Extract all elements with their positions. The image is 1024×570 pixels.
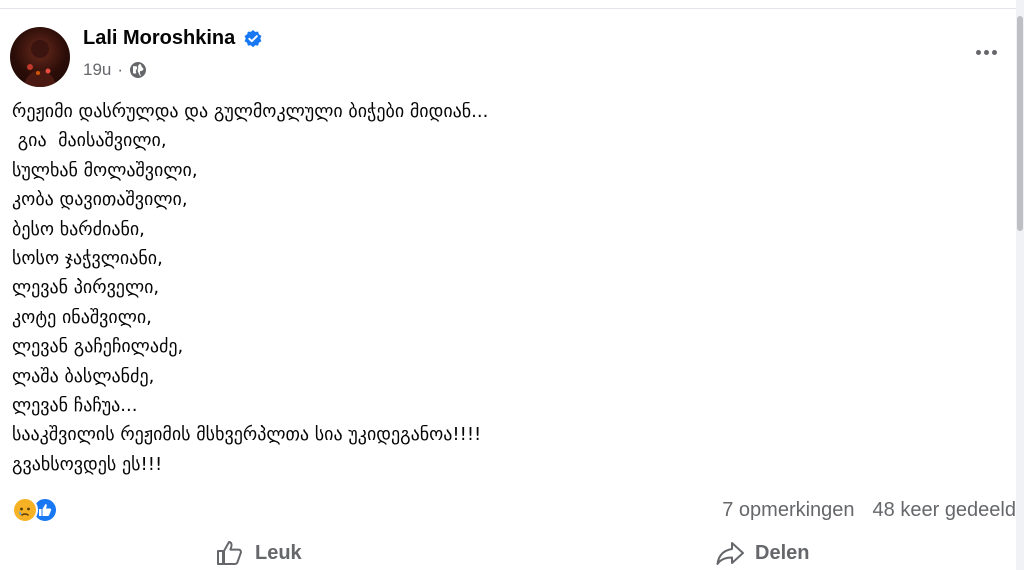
post-text: რეჟიმი დასრულდა და გულმოკლული ბიჭები მიდ… xyxy=(12,101,489,475)
author-header: Lali Moroshkina xyxy=(83,27,263,50)
share-arrow-icon xyxy=(716,542,744,565)
more-icon xyxy=(975,49,981,55)
globe-icon[interactable] xyxy=(129,61,147,79)
sad-reaction-icon xyxy=(12,497,38,523)
post-meta: 19u · xyxy=(83,60,147,80)
share-button[interactable]: Delen xyxy=(715,538,809,568)
post-card: Lali Moroshkina 19u · რეჟიმი დასრულდა და… xyxy=(0,9,1016,570)
scrollbar-thumb[interactable] xyxy=(1017,16,1023,231)
share-label: Delen xyxy=(755,541,810,564)
shares-count[interactable]: 48 keer gedeeld xyxy=(873,499,1016,522)
avatar-photo xyxy=(24,40,56,87)
post-time[interactable]: 19u xyxy=(83,60,111,80)
verified-badge-icon xyxy=(243,29,263,49)
comments-count[interactable]: 7 opmerkingen xyxy=(722,499,854,522)
author-name[interactable]: Lali Moroshkina xyxy=(83,27,235,50)
like-button[interactable]: Leuk xyxy=(215,538,302,568)
thumbs-up-icon xyxy=(217,541,242,565)
more-options-button[interactable] xyxy=(966,37,1006,67)
top-divider xyxy=(0,0,1016,9)
engagement-stats: 7 opmerkingen 48 keer gedeeld xyxy=(722,499,1016,522)
reactions-summary[interactable] xyxy=(12,497,58,523)
meta-separator: · xyxy=(117,60,124,79)
avatar[interactable] xyxy=(10,27,70,87)
scrollbar[interactable] xyxy=(1016,0,1024,570)
like-label: Leuk xyxy=(255,541,302,564)
